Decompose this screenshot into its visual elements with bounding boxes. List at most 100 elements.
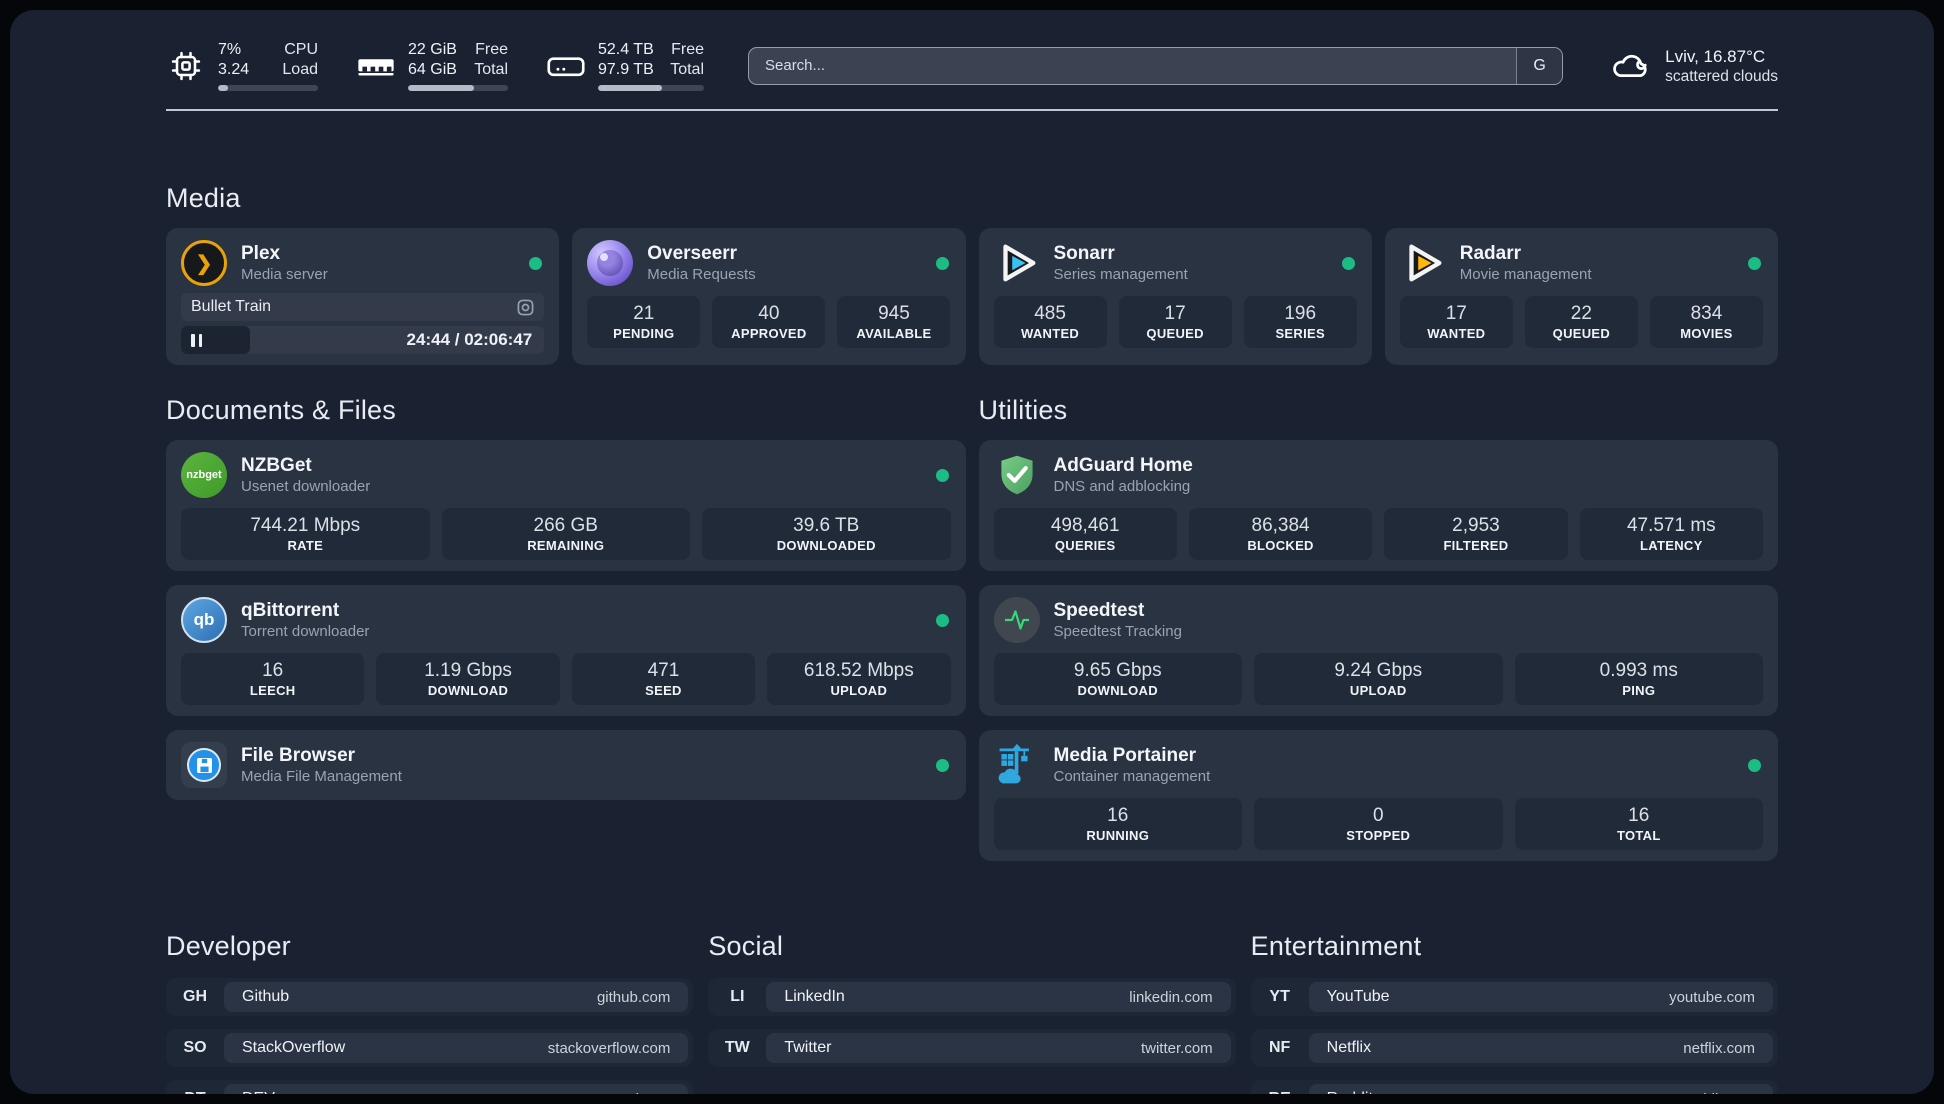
memory-total-label: Total: [474, 61, 508, 78]
speedtest-icon: [993, 597, 1040, 643]
app-card-filebrowser[interactable]: File Browser Media File Management: [166, 730, 966, 800]
stat-tile: 196 SERIES: [1243, 296, 1357, 348]
app-description: Media Requests: [647, 266, 756, 283]
memory-icon: [356, 51, 396, 81]
bookmark-stackoverflow[interactable]: SO StackOverflow stackoverflow.com: [166, 1029, 694, 1067]
now-playing-title: Bullet Train: [191, 298, 272, 315]
disk-stat-widget: 52.4 TB Free 97.9 TB Total: [546, 40, 704, 91]
bookmark-reddit[interactable]: RE Redditreddit.com: [1250, 1080, 1778, 1094]
stat-tile: 618.52 Mbps UPLOAD: [767, 653, 951, 705]
weather-widget: Lviv, 16.87°C scattered clouds: [1607, 46, 1778, 86]
app-description: Container management: [1053, 768, 1211, 785]
app-name: Overseerr: [647, 243, 738, 264]
app-name: Radarr: [1459, 243, 1521, 264]
status-indicator: [935, 256, 949, 270]
bookmark-group-social: Social LI LinkedIn linkedin.com TW Twitte…: [708, 931, 1236, 1094]
bookmark-github[interactable]: GH Github github.com: [166, 978, 694, 1016]
stat-tile: 21 PENDING: [587, 296, 701, 348]
weather-location-temp: Lviv, 16.87°C: [1665, 46, 1766, 66]
cpu-usage-label: CPU: [284, 41, 318, 58]
bookmark-group-developer: Developer GH Github github.com SO StackOv…: [166, 931, 694, 1094]
section-title-entertainment: Entertainment: [1250, 931, 1422, 961]
app-description: Media server: [241, 266, 328, 283]
portainer-icon: [994, 742, 1040, 788]
app-name: qBittorrent: [241, 600, 340, 621]
app-card-radarr[interactable]: Radarr Movie management 17 WANTED 22 QUEUE…: [1384, 228, 1778, 365]
app-card-qbittorrent[interactable]: qb qBittorrent Torrent downloader 16 LEEC…: [166, 585, 966, 716]
app-description: Usenet downloader: [241, 478, 371, 495]
cpu-usage-value: 7%: [218, 41, 242, 58]
stat-tile: 22 QUEUED: [1524, 296, 1638, 348]
cpu-load-value: 3.24: [218, 61, 250, 78]
stat-tile: 9.24 Gbps UPLOAD: [1254, 653, 1503, 705]
app-card-portainer[interactable]: Media Portainer Container management 16 R…: [978, 730, 1778, 861]
app-description: Movie management: [1459, 266, 1592, 283]
app-card-nzbget[interactable]: nzbget NZBGet Usenet downloader 744.21 M…: [166, 440, 966, 571]
stat-tile: 39.6 TB DOWNLOADED: [702, 508, 951, 560]
app-card-speedtest[interactable]: Speedtest Speedtest Tracking 9.65 Gbps DO…: [978, 585, 1778, 716]
stat-tile: 17 QUEUED: [1118, 296, 1232, 348]
app-name: File Browser: [241, 745, 356, 766]
search-bar: G: [748, 46, 1564, 85]
status-indicator: [1748, 758, 1761, 772]
memory-free-value: 22 GiB: [408, 41, 457, 58]
stat-tile: 834 MOVIES: [1649, 296, 1763, 348]
cpu-load-label: Load: [282, 61, 318, 78]
stat-tile: 47.571 ms LATENCY: [1579, 508, 1763, 560]
section-title-utilities: Utilities: [978, 395, 1068, 425]
bookmark-netflix[interactable]: NF Netflix netflix.com: [1250, 1029, 1778, 1067]
status-indicator: [935, 613, 949, 627]
overseerr-icon: [587, 240, 634, 286]
stat-tile: 0.993 ms PING: [1514, 653, 1763, 705]
cpu-stat-widget: 7% CPU 3.24 Load: [166, 40, 318, 91]
disk-free-value: 52.4 TB: [598, 41, 654, 58]
cpu-progress-bar: [218, 85, 318, 91]
dashboard-panel: 7% CPU 3.24 Load 22 GiB Free 64 GiB Total: [10, 10, 1934, 1094]
app-card-overseerr[interactable]: Overseerr Media Requests 21 PENDING 40 APP…: [572, 228, 966, 365]
disk-icon: [546, 52, 586, 80]
stat-tile: 0 STOPPED: [1254, 798, 1503, 850]
stat-tile: 40 APPROVED: [712, 296, 826, 348]
stat-tile: 16 TOTAL: [1514, 798, 1763, 850]
stat-tile: 945 AVAILABLE: [837, 296, 951, 348]
pause-button[interactable]: [181, 326, 251, 354]
adguard-icon: [994, 452, 1040, 498]
stat-tile: 471 SEED: [571, 653, 756, 705]
utilities-column: Utilities AdGuard Home DNS and adblockin…: [978, 395, 1778, 861]
section-title-media: Media: [166, 183, 241, 213]
nzbget-icon: nzbget: [181, 452, 227, 498]
now-playing-session-icon: [517, 299, 534, 316]
stat-tile: 9.65 Gbps DOWNLOAD: [993, 653, 1242, 705]
stat-tile: 17 WANTED: [1399, 296, 1513, 348]
status-indicator: [1748, 256, 1761, 270]
status-indicator: [529, 256, 543, 270]
app-card-plex[interactable]: ❯ Plex Media server Bullet Train 24:44 /…: [166, 228, 560, 365]
media-card-grid: ❯ Plex Media server Bullet Train 24:44 /…: [166, 228, 1778, 365]
stat-tile: 16 LEECH: [181, 653, 365, 705]
pause-icon: [191, 333, 202, 347]
search-engine-button[interactable]: G: [1516, 47, 1563, 84]
plex-icon: ❯: [181, 240, 227, 286]
section-title-developer: Developer: [166, 931, 291, 961]
app-name: AdGuard Home: [1053, 455, 1193, 476]
section-title-social: Social: [708, 931, 784, 961]
stat-tile: 485 WANTED: [993, 296, 1107, 348]
bookmark-dev[interactable]: DT DEVdev.to: [166, 1080, 694, 1094]
radarr-icon: [1400, 240, 1446, 286]
stat-tile: 744.21 Mbps RATE: [181, 508, 430, 560]
disk-free-label: Free: [671, 41, 704, 58]
weather-condition: scattered clouds: [1665, 67, 1778, 85]
bookmark-abbr: RE: [1251, 1080, 1309, 1094]
cpu-icon: [166, 48, 206, 84]
app-name: NZBGet: [241, 455, 312, 476]
disk-total-label: Total: [670, 61, 704, 78]
bookmark-abbr: YT: [1269, 988, 1290, 1005]
bookmark-linkedin[interactable]: LI LinkedIn linkedin.com: [708, 978, 1236, 1016]
bookmark-twitter[interactable]: TW Twitter twitter.com: [708, 1029, 1236, 1067]
stat-tile: 498,461 QUERIES: [993, 508, 1177, 560]
bookmark-youtube[interactable]: YT YouTube youtube.com: [1250, 978, 1778, 1016]
app-card-sonarr[interactable]: Sonarr Series management 485 WANTED 17 QUE…: [978, 228, 1372, 365]
search-input[interactable]: [749, 47, 1517, 84]
app-card-adguard[interactable]: AdGuard Home DNS and adblocking 498,461 Q…: [978, 440, 1778, 571]
memory-stat-widget: 22 GiB Free 64 GiB Total: [356, 40, 508, 91]
